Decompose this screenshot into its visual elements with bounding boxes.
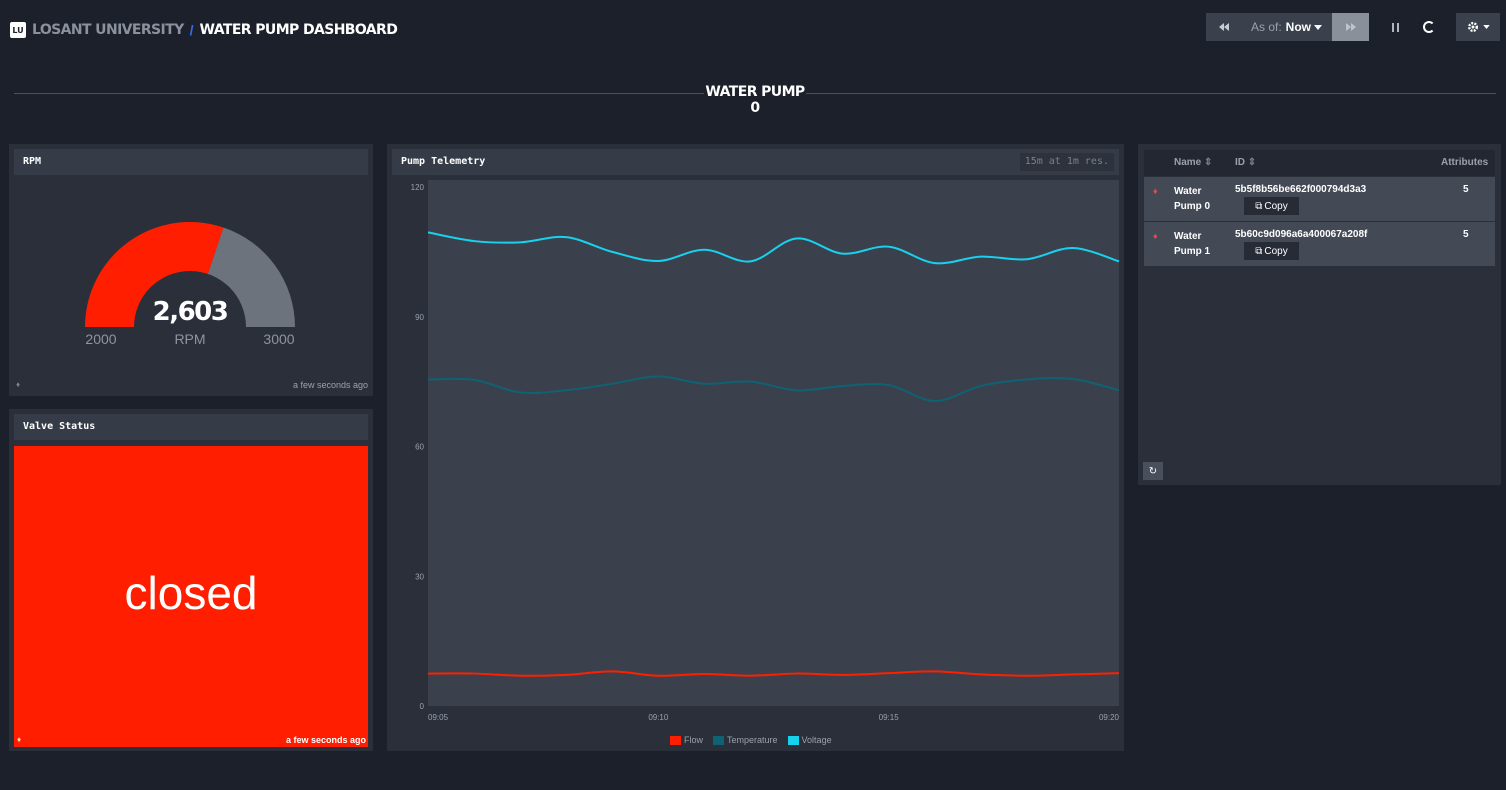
copy-icon: ⧉ (1255, 245, 1263, 257)
table-row[interactable]: ♦ Water Pump 0 5b5f8b56be662f000794d3a3 … (1144, 177, 1495, 221)
chart-legend: Flow Temperature Voltage (670, 735, 832, 745)
column-header-id[interactable]: ID ⇕ (1235, 157, 1256, 168)
refresh-icon: ↻ (1148, 465, 1158, 477)
legend-item-temperature[interactable]: Temperature (713, 735, 778, 745)
sort-icon: ⇕ (1247, 157, 1257, 168)
device-name[interactable]: Water Pump 1 (1174, 229, 1222, 259)
x-tick-label: 09:15 (879, 713, 900, 722)
x-tick-label: 09:10 (648, 713, 669, 722)
column-header-attributes: Attributes (1441, 157, 1489, 168)
x-tick-label: 09:20 (1099, 713, 1120, 722)
copy-id-button[interactable]: ⧉ Copy (1244, 242, 1299, 260)
legend-item-voltage[interactable]: Voltage (787, 735, 832, 745)
legend-label: Voltage (801, 735, 832, 745)
legend-swatch (670, 735, 681, 745)
refresh-button[interactable]: ↻ (1143, 462, 1163, 480)
attribute-count: 5 (1463, 229, 1469, 240)
y-tick-label: 90 (415, 313, 424, 322)
copy-icon: ⧉ (1255, 200, 1263, 212)
copy-id-button[interactable]: ⧉ Copy (1244, 197, 1299, 215)
device-id: 5b5f8b56be662f000794d3a3 (1235, 184, 1367, 195)
sort-icon: ⇕ (1204, 157, 1213, 168)
y-tick-label: 0 (420, 702, 425, 711)
legend-label: Temperature (727, 735, 778, 745)
legend-item-flow[interactable]: Flow (670, 735, 703, 745)
y-tick-label: 120 (411, 183, 425, 192)
table-row[interactable]: ♦ Water Pump 1 5b60c9d096a6a400067a208f … (1144, 222, 1495, 266)
legend-swatch (713, 735, 725, 745)
device-icon: ♦ (1153, 186, 1158, 196)
device-icon: ♦ (1153, 231, 1158, 241)
column-header-name[interactable]: Name ⇕ (1174, 157, 1212, 168)
device-id: 5b60c9d096a6a400067a208f (1235, 229, 1368, 240)
y-tick-label: 60 (415, 443, 424, 452)
legend-label: Flow (684, 735, 704, 745)
x-tick-label: 09:05 (428, 713, 449, 722)
legend-swatch (787, 735, 799, 745)
y-tick-label: 30 (415, 572, 424, 581)
attribute-count: 5 (1463, 184, 1469, 195)
device-name[interactable]: Water Pump 0 (1174, 184, 1222, 214)
